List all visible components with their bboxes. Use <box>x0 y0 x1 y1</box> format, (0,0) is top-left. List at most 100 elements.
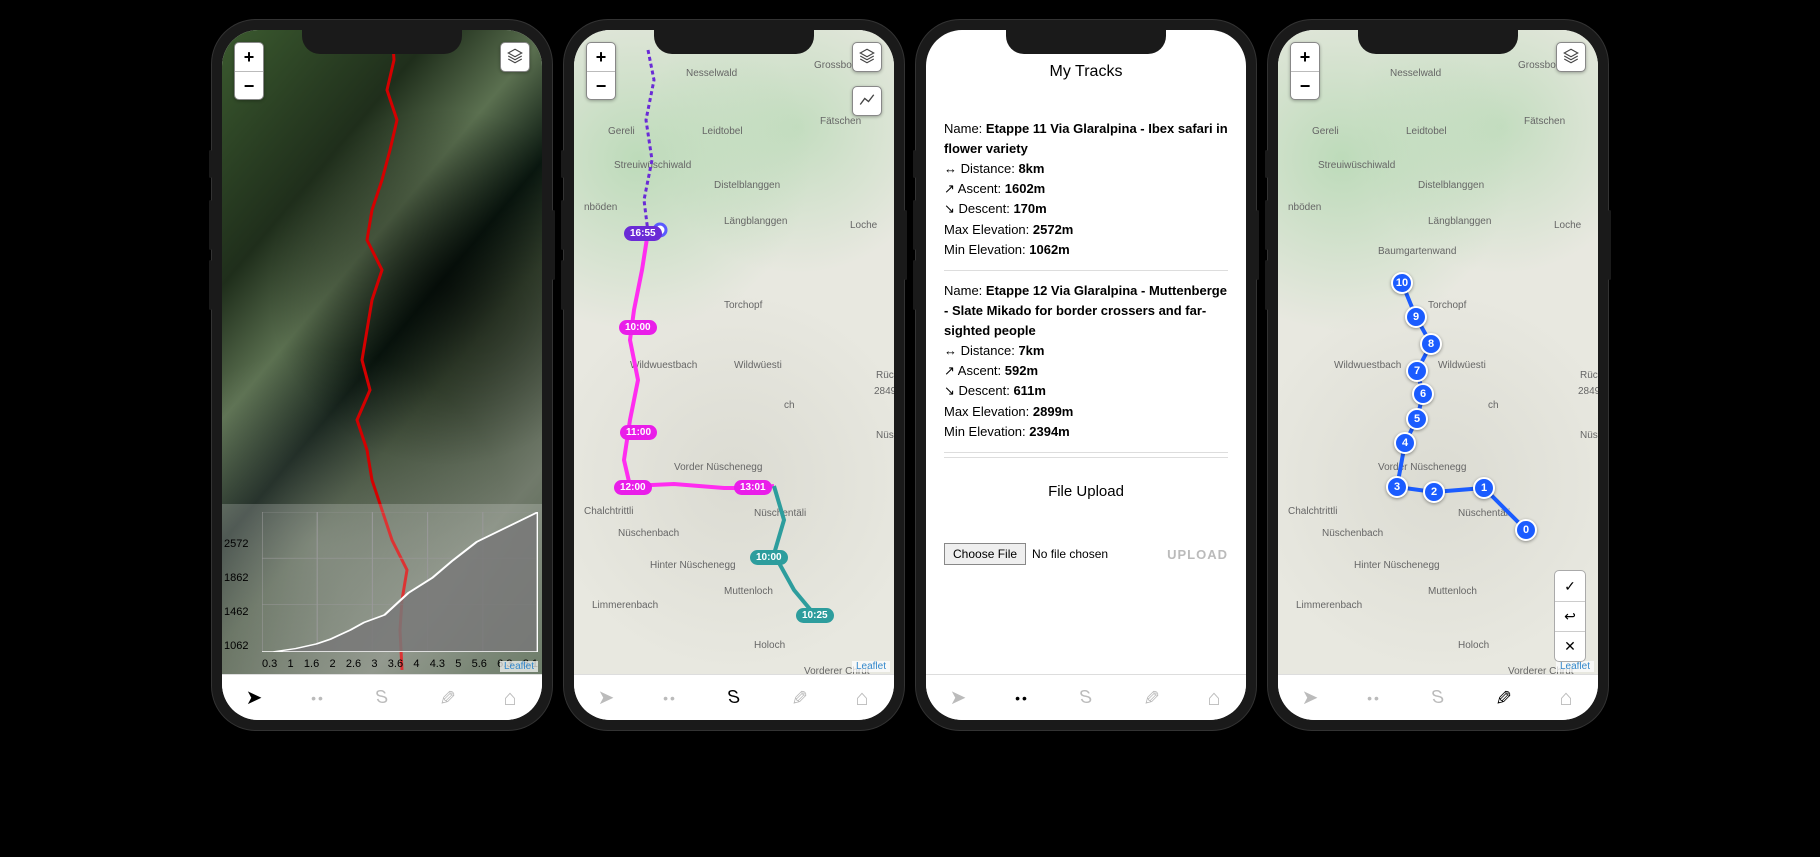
map-topo[interactable]: NesselwaldGrossbodenGereliLeidtobelFätsc… <box>574 30 894 674</box>
waypoint-marker[interactable]: 4 <box>1394 432 1416 454</box>
phone-4: NesselwaldGrossbodenGereliLeidtobelFätsc… <box>1268 20 1608 730</box>
waypoint-marker[interactable]: 0 <box>1515 519 1537 541</box>
x-tick: 5.6 <box>472 658 487 670</box>
bottom-tab-bar <box>574 674 894 720</box>
tab-draw[interactable] <box>426 680 466 716</box>
tab-route[interactable] <box>714 680 754 716</box>
map-topo-draw[interactable]: NesselwaldGrossbodenGereliLeidtobelFätsc… <box>1278 30 1598 674</box>
track-stat-value: 1062m <box>1029 242 1069 257</box>
route-edit-actions <box>1554 570 1586 662</box>
tab-route[interactable] <box>1418 680 1458 716</box>
track-item[interactable]: Name: Etappe 11 Via Glaralpina - Ibex sa… <box>944 109 1228 271</box>
tab-waypoints[interactable] <box>650 680 690 716</box>
upload-button[interactable]: UPLOAD <box>1167 547 1228 562</box>
phone-3: My Tracks Name: Etappe 11 Via Glaralpina… <box>916 20 1256 730</box>
cancel-route-button[interactable] <box>1555 631 1585 661</box>
tab-waypoints[interactable] <box>1354 680 1394 716</box>
x-tick: 5 <box>455 658 461 670</box>
leaflet-attribution[interactable]: Leaflet <box>500 661 538 672</box>
waypoint-marker[interactable]: 6 <box>1412 383 1434 405</box>
track-stat-value: 592m <box>1005 363 1038 378</box>
tab-route[interactable] <box>1066 680 1106 716</box>
track-stat-value: 1602m <box>1005 181 1045 196</box>
waypoint-marker[interactable]: 9 <box>1405 306 1427 328</box>
track-stat-value: 7km <box>1018 343 1044 358</box>
waypoint-marker[interactable]: 10 <box>1391 272 1413 294</box>
y-tick: 2572 <box>224 538 248 550</box>
my-tracks-page: My Tracks Name: Etappe 11 Via Glaralpina… <box>926 30 1246 674</box>
waypoint-marker[interactable]: 8 <box>1420 333 1442 355</box>
time-badge[interactable]: 12:00 <box>614 480 652 495</box>
track-stat-value: 170m <box>1013 201 1046 216</box>
tab-location[interactable] <box>1290 680 1330 716</box>
bottom-tab-bar <box>926 674 1246 720</box>
zoom-control: + − <box>234 42 264 100</box>
time-badge[interactable]: 11:00 <box>620 425 657 440</box>
zoom-control: + − <box>1290 42 1320 100</box>
elevation-chart[interactable]: 2572186214621062 0.311.622.633.644.355.6… <box>222 504 542 674</box>
undo-route-button[interactable] <box>1555 601 1585 631</box>
time-badge[interactable]: 10:25 <box>796 608 834 623</box>
waypoint-marker[interactable]: 3 <box>1386 476 1408 498</box>
track-stat-value: 611m <box>1013 383 1046 398</box>
track-stat-value: 8km <box>1018 161 1044 176</box>
tab-home[interactable] <box>1546 680 1586 716</box>
leaflet-attribution[interactable]: Leaflet <box>852 661 890 672</box>
waypoint-marker[interactable]: 1 <box>1473 477 1495 499</box>
phone-1: + − 2572186214621062 0.311.622 <box>212 20 552 730</box>
tab-location[interactable] <box>938 680 978 716</box>
choose-file-button[interactable]: Choose File <box>944 543 1026 565</box>
track-layer <box>574 30 894 670</box>
time-badge[interactable]: 10:00 <box>750 550 788 565</box>
tab-waypoints[interactable] <box>1002 680 1042 716</box>
phone-2: NesselwaldGrossbodenGereliLeidtobelFätsc… <box>564 20 904 730</box>
y-tick: 1462 <box>224 606 248 618</box>
waypoint-marker[interactable]: 2 <box>1423 481 1445 503</box>
tab-draw[interactable] <box>778 680 818 716</box>
tab-location[interactable] <box>586 680 626 716</box>
tab-home[interactable] <box>842 680 882 716</box>
track-name: Etappe 11 Via Glaralpina - Ibex safari i… <box>944 121 1228 156</box>
x-tick: 3 <box>371 658 377 670</box>
bottom-tab-bar <box>1278 674 1598 720</box>
file-chosen-label: No file chosen <box>1032 545 1108 564</box>
tab-location[interactable] <box>234 680 274 716</box>
track-item[interactable]: Name: Etappe 12 Via Glaralpina - Muttenb… <box>944 271 1228 453</box>
x-tick: 1.6 <box>304 658 319 670</box>
page-title: My Tracks <box>944 60 1228 85</box>
layers-button[interactable] <box>1556 42 1586 72</box>
waypoint-marker[interactable]: 5 <box>1406 408 1428 430</box>
zoom-in-button[interactable]: + <box>1291 43 1319 71</box>
zoom-out-button[interactable]: − <box>1291 71 1319 99</box>
y-tick: 1062 <box>224 640 248 652</box>
tab-home[interactable] <box>1194 680 1234 716</box>
x-tick: 1 <box>288 658 294 670</box>
x-tick: 2 <box>329 658 335 670</box>
confirm-route-button[interactable] <box>1555 571 1585 601</box>
upload-section: File Upload Choose File No file chosen U… <box>944 457 1228 565</box>
layers-button[interactable] <box>852 42 882 72</box>
zoom-in-button[interactable]: + <box>587 43 615 71</box>
tab-draw[interactable] <box>1130 680 1170 716</box>
elevation-toggle-button[interactable] <box>852 86 882 116</box>
zoom-out-button[interactable]: − <box>587 71 615 99</box>
time-badge[interactable]: 16:55 <box>624 226 662 241</box>
bottom-tab-bar <box>222 674 542 720</box>
waypoint-marker[interactable]: 7 <box>1406 360 1428 382</box>
time-badge[interactable]: 10:00 <box>619 320 657 335</box>
zoom-out-button[interactable]: − <box>235 71 263 99</box>
zoom-in-button[interactable]: + <box>235 43 263 71</box>
tab-route[interactable] <box>362 680 402 716</box>
upload-heading: File Upload <box>944 480 1228 503</box>
time-badge[interactable]: 13:01 <box>734 480 772 495</box>
leaflet-attribution[interactable]: Leaflet <box>1556 661 1594 672</box>
x-tick: 0.3 <box>262 658 277 670</box>
tab-draw[interactable] <box>1482 680 1522 716</box>
layers-button[interactable] <box>500 42 530 72</box>
track-stat-value: 2572m <box>1033 222 1073 237</box>
zoom-control: + − <box>586 42 616 100</box>
map-satellite[interactable]: + − 2572186214621062 0.311.622 <box>222 30 542 674</box>
y-tick: 1862 <box>224 572 248 584</box>
tab-waypoints[interactable] <box>298 680 338 716</box>
tab-home[interactable] <box>490 680 530 716</box>
